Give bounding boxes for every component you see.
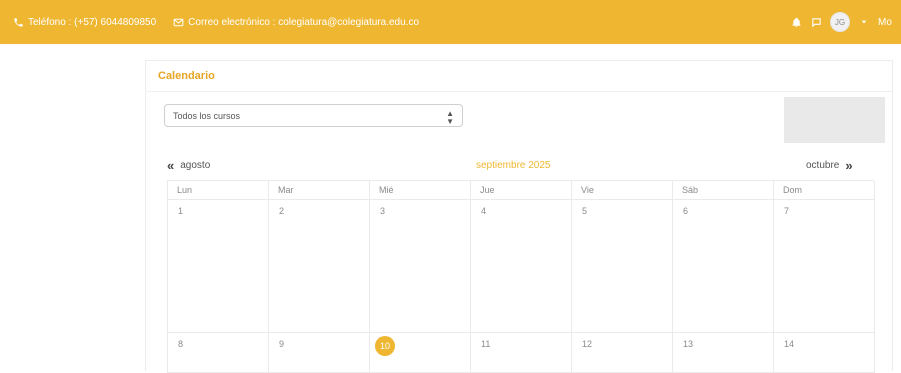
weekday-label: Sáb [673, 181, 774, 200]
calendar-grid: Lun Mar Mié Jue Vie Sáb Dom 1 2 3 4 5 6 … [167, 180, 875, 373]
day-number: 14 [784, 339, 795, 349]
day-number: 13 [683, 339, 694, 349]
current-month-label: septiembre 2025 [476, 160, 551, 171]
phone-text: Teléfono : (+57) 6044809850 [28, 16, 157, 28]
prev-month-link[interactable]: « agosto [167, 158, 210, 173]
day-number: 4 [481, 206, 487, 216]
day-cell[interactable]: 14 [774, 333, 875, 373]
day-cell[interactable]: 11 [471, 333, 572, 373]
contact-info: Teléfono : (+57) 6044809850 Correo elect… [12, 0, 419, 44]
day-number: 7 [784, 206, 790, 216]
course-filter-select[interactable]: Todos los cursos ▲ ▼ [164, 104, 463, 127]
day-cell[interactable]: 5 [572, 200, 673, 333]
page-title: Calendario [158, 70, 215, 82]
day-number: 6 [683, 206, 689, 216]
day-number: 3 [380, 206, 386, 216]
calendar-card-header: Calendario [145, 60, 893, 92]
chat-icon[interactable] [810, 16, 822, 28]
day-cell-today[interactable]: 10 [370, 333, 471, 373]
day-cell[interactable]: 8 [168, 333, 269, 373]
next-month-label: octubre [806, 160, 840, 171]
top-bar: Teléfono : (+57) 6044809850 Correo elect… [0, 0, 901, 44]
weekday-header: Lun Mar Mié Jue Vie Sáb Dom [167, 180, 875, 200]
weekday-label: Lun [168, 181, 269, 200]
chevron-down-icon[interactable] [858, 16, 870, 28]
day-cell[interactable]: 1 [168, 200, 269, 333]
select-caret-icon: ▲ ▼ [446, 109, 454, 126]
weekday-label: Mar [269, 181, 370, 200]
user-area: JG Mo [790, 0, 892, 44]
envelope-icon [172, 16, 184, 28]
double-chevron-right-icon: » [845, 158, 853, 173]
weekday-label: Dom [774, 181, 875, 200]
day-number: 2 [279, 206, 285, 216]
day-number: 1 [178, 206, 184, 216]
day-cell[interactable]: 6 [673, 200, 774, 333]
day-cell[interactable]: 13 [673, 333, 774, 373]
bell-icon[interactable] [790, 16, 802, 28]
week-row: 8 9 10 11 12 13 14 [167, 333, 875, 373]
day-number: 5 [582, 206, 588, 216]
day-number: 12 [582, 339, 593, 349]
weekday-label: Jue [471, 181, 572, 200]
double-chevron-left-icon: « [167, 158, 175, 173]
prev-month-label: agosto [180, 160, 211, 171]
day-number: 9 [279, 339, 285, 349]
course-filter-value: Todos los cursos [173, 110, 241, 121]
email-text[interactable]: Correo electrónico : colegiatura@colegia… [188, 17, 419, 28]
placeholder-block [784, 97, 885, 143]
day-cell[interactable]: 7 [774, 200, 875, 333]
day-cell[interactable]: 2 [269, 200, 370, 333]
day-cell[interactable]: 4 [471, 200, 572, 333]
weekday-label: Mié [370, 181, 471, 200]
day-cell[interactable]: 3 [370, 200, 471, 333]
avatar[interactable]: JG [830, 12, 850, 32]
next-month-link[interactable]: octubre » [806, 158, 853, 173]
user-name[interactable]: Mo [878, 17, 892, 28]
today-badge: 10 [375, 336, 395, 356]
phone-icon [12, 16, 24, 28]
day-cell[interactable]: 9 [269, 333, 370, 373]
day-number: 8 [178, 339, 184, 349]
week-row: 1 2 3 4 5 6 7 [167, 200, 875, 333]
weekday-label: Vie [572, 181, 673, 200]
day-cell[interactable]: 12 [572, 333, 673, 373]
day-number: 11 [481, 339, 491, 349]
